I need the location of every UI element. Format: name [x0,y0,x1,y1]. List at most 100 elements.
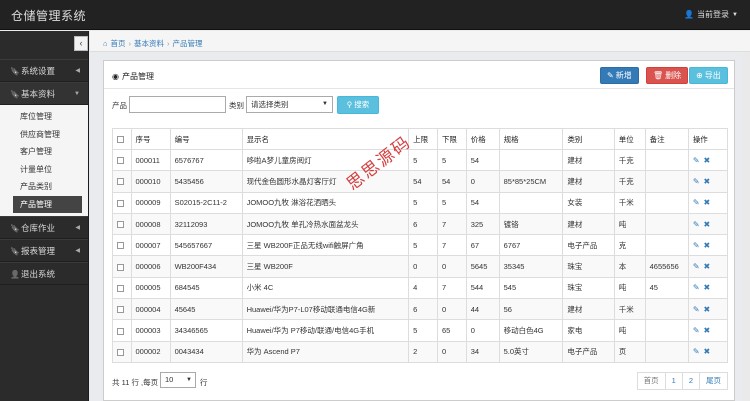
sidebar-subitem-3[interactable]: 计量单位 [0,161,88,179]
sidebar-subitem-2[interactable]: 客户管理 [0,143,88,161]
table-cell: Huawei/华为P7-L07移动联通电信4G新 [241,298,410,321]
table-cell: 千克 [613,170,646,193]
sidebar-item-3[interactable]: 🔖报表管理 ◀ [0,239,88,262]
sidebar-collapse-button[interactable]: ‹ [74,36,88,51]
row-select-cell [112,319,132,342]
sidebar-submenu: 库位管理 供应商管理 客户管理 计量单位 产品类别 产品管理 [0,105,88,216]
row-actions: ✎ ✖ [687,319,729,342]
page-size-select[interactable]: 10 ▼ [160,372,196,388]
delete-icon[interactable]: ✖ [704,198,711,207]
sidebar-subitem-5[interactable]: 产品管理 [13,195,82,213]
sidebar-subitem-0[interactable]: 库位管理 [0,108,88,126]
table-cell: 吨 [613,276,646,300]
table-cell: S02015-2C11-2 [169,191,243,214]
table-cell: 5 [408,148,438,172]
select-all-checkbox[interactable] [117,136,124,144]
edit-icon[interactable]: ✎ [693,347,700,356]
globe-icon: ◉ [112,72,119,81]
sidebar-item-4[interactable]: 👤退出系统 [0,262,88,285]
user-icon: 👤 [10,270,20,279]
sidebar-item-2[interactable]: 🔖仓库作业 ◀ [0,216,88,239]
row-checkbox[interactable] [117,157,124,165]
row-checkbox[interactable] [117,199,124,207]
pager-page-1[interactable]: 1 [664,372,683,390]
search-button[interactable]: ⚲ 搜索 [337,96,379,114]
breadcrumb: ⌂ 首页 › 基本资料 › 产品管理 [90,31,750,52]
delete-icon[interactable]: ✖ [704,262,711,271]
breadcrumb-home[interactable]: 首页 [111,38,126,49]
row-checkbox[interactable] [117,348,124,356]
category-select[interactable]: 请选择类别 ▼ [246,96,333,113]
table-cell: 000006 [130,255,171,278]
table-cell: 0 [408,255,438,278]
delete-icon[interactable]: ✖ [704,347,711,356]
breadcrumb-basic-data[interactable]: 基本资料 [134,38,164,49]
sidebar-item-0[interactable]: 🔖系统设置 ◀ [0,59,88,82]
edit-icon[interactable]: ✎ [693,283,700,292]
product-search-input[interactable] [129,96,226,113]
table-cell: JOMOO九牧 淋浴花洒晒头 [241,191,410,214]
table-footer: 共 11 行 ,每页 10 ▼ 行 首页 1 2 尾页 [112,372,728,390]
row-select-cell [112,191,132,214]
export-button[interactable]: ⊕ 导出 [689,67,728,84]
page-scrollbar[interactable] [743,52,750,401]
delete-icon[interactable]: ✖ [704,241,711,250]
row-count-text: 共 11 行 ,每页 [112,378,159,387]
top-navbar: 仓储管理系统 👤 当前登录 ▼ [0,0,750,30]
table-cell: 85*85*25CM [498,170,564,193]
row-actions: ✎ ✖ [687,298,729,321]
table-cell: 6576767 [169,148,243,172]
delete-icon[interactable]: ✖ [704,156,711,165]
column-header: 操作 [687,128,729,150]
table-cell: 5 [408,319,438,342]
edit-icon[interactable]: ✎ [693,220,700,229]
edit-icon[interactable]: ✎ [693,177,700,186]
row-checkbox[interactable] [117,178,124,186]
table-cell [644,234,689,257]
edit-icon[interactable]: ✎ [693,262,700,271]
search-button-label: 搜索 [354,100,370,109]
table-cell: 吨 [613,212,646,236]
delete-icon[interactable]: ✖ [704,305,711,314]
delete-icon[interactable]: ✖ [704,177,711,186]
table-cell: 4 [408,276,438,300]
user-menu[interactable]: 👤 当前登录 ▼ [684,9,738,20]
row-actions: ✎ ✖ [687,212,729,236]
table-cell: 5 [408,191,438,214]
table-cell: 家电 [562,319,615,342]
row-select-cell [112,234,132,257]
breadcrumb-product-management[interactable]: 产品管理 [173,38,203,49]
product-panel: ◉ 产品管理 ✎ 新增 🗑 删除 ⊕ 导出 产品 类别 请选择类别 ▼ ⚲ 搜索 序号… [103,60,735,401]
table-cell: 45645 [169,298,243,321]
table-cell: 女装 [562,191,615,214]
pager-last[interactable]: 尾页 [699,372,728,390]
row-actions: ✎ ✖ [687,148,729,172]
table-cell: 67 [465,234,500,257]
row-checkbox[interactable] [117,221,124,229]
row-checkbox[interactable] [117,306,124,314]
row-checkbox[interactable] [117,263,124,271]
table-cell: 珠宝 [562,276,615,300]
delete-icon[interactable]: ✖ [704,283,711,292]
table-row: 000010 5435456 现代金色圆形水晶灯客厅灯 54 54 0 85*85*25CM… [112,170,729,193]
edit-icon[interactable]: ✎ [693,198,700,207]
row-checkbox[interactable] [117,242,124,250]
edit-icon[interactable]: ✎ [693,305,700,314]
pager-first[interactable]: 首页 [636,372,666,390]
row-checkbox[interactable] [117,284,124,292]
sidebar-subitem-1[interactable]: 供应商管理 [0,126,88,144]
sidebar-subitem-4[interactable]: 产品类别 [0,178,88,196]
delete-icon[interactable]: ✖ [704,326,711,335]
add-button[interactable]: ✎ 新增 [600,67,639,84]
sidebar-item-1[interactable]: 🔖基本资料 ▼ [0,82,88,105]
edit-icon[interactable]: ✎ [693,156,700,165]
edit-icon[interactable]: ✎ [693,241,700,250]
delete-button[interactable]: 🗑 删除 [646,67,689,84]
breadcrumb-separator: › [128,39,132,48]
pager-page-2[interactable]: 2 [681,372,700,390]
table-cell: 现代金色圆形水晶灯客厅灯 [241,170,410,193]
row-checkbox[interactable] [117,327,124,335]
edit-icon[interactable]: ✎ [693,326,700,335]
delete-icon[interactable]: ✖ [704,220,711,229]
table-cell [498,191,564,214]
